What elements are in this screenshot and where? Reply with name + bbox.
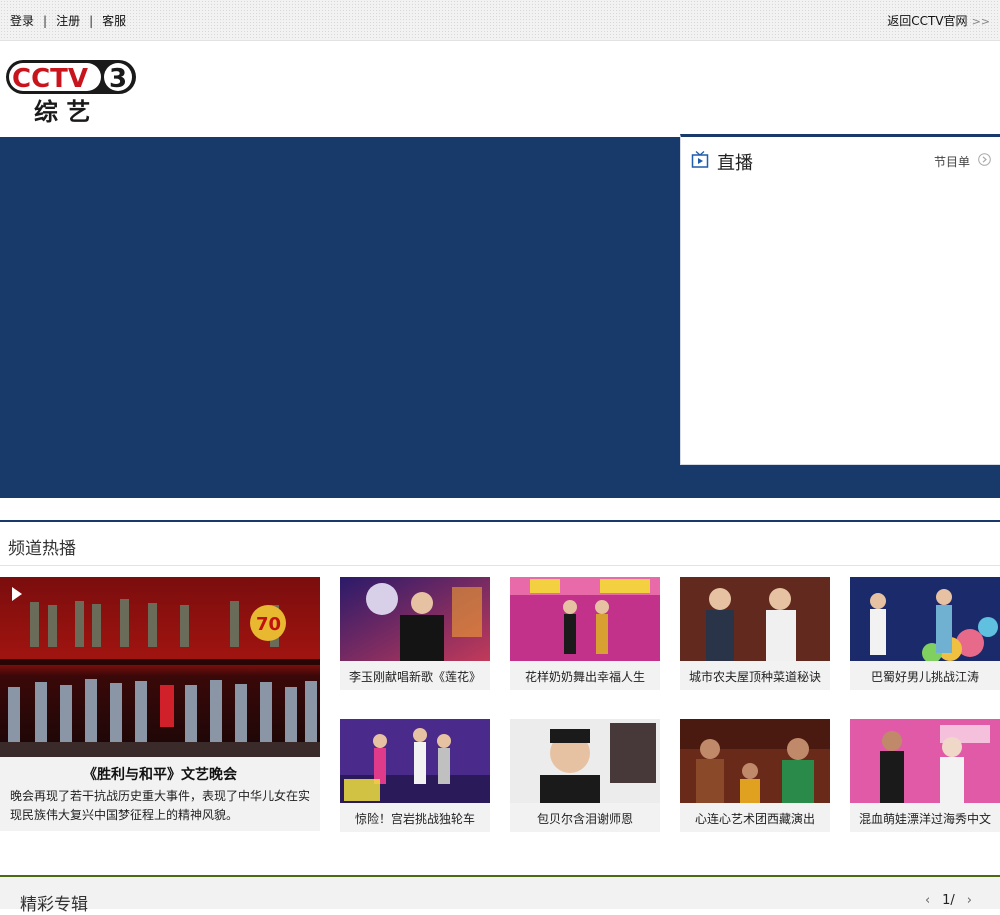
featured-title[interactable]: 《胜利与和平》文艺晚会: [0, 764, 320, 784]
video-item[interactable]: 花样奶奶舞出幸福人生: [510, 577, 660, 690]
video-caption[interactable]: 惊险！宫岩挑战独轮车: [340, 810, 490, 827]
video-caption[interactable]: 花样奶奶舞出幸福人生: [510, 668, 660, 685]
double-arrow-icon: >>: [971, 15, 990, 28]
video-thumbnail[interactable]: [340, 719, 490, 803]
schedule-link[interactable]: 节目单: [934, 153, 970, 170]
back-link-label: 返回CCTV官网: [887, 14, 968, 28]
video-item[interactable]: 混血萌娃漂洋过海秀中文: [850, 719, 1000, 832]
video-item[interactable]: 城市农夫屋顶种菜道秘诀: [680, 577, 830, 690]
page-indicator: 1/: [942, 893, 955, 908]
login-link[interactable]: 登录: [10, 12, 34, 29]
video-item[interactable]: 惊险！宫岩挑战独轮车: [340, 719, 490, 832]
logo-channel-number: 3: [109, 64, 127, 94]
top-bar: 登录 | 注册 | 客服 返回CCTV官网 >>: [0, 0, 1000, 41]
video-caption[interactable]: 包贝尔含泪谢师恩: [510, 810, 660, 827]
separator: |: [43, 14, 48, 28]
video-thumbnail[interactable]: [680, 719, 830, 803]
video-thumbnail[interactable]: [850, 577, 1000, 661]
play-icon: [12, 587, 22, 601]
video-caption[interactable]: 巴蜀好男儿挑战江涛: [850, 668, 1000, 685]
chevron-left-icon[interactable]: ‹: [925, 893, 930, 908]
thumbnail-image: [340, 577, 490, 661]
thumbnail-image: [340, 719, 490, 803]
video-item[interactable]: 李玉刚献唱新歌《莲花》: [340, 577, 490, 690]
logo-brand-text: CCTV: [12, 64, 88, 94]
account-links: 登录 | 注册 | 客服: [10, 12, 126, 29]
chevron-right-circle-icon[interactable]: [978, 153, 991, 166]
section-underline: [0, 565, 1000, 566]
section-divider: [0, 520, 1000, 522]
video-item[interactable]: 包贝尔含泪谢师恩: [510, 719, 660, 832]
video-item[interactable]: 巴蜀好男儿挑战江涛: [850, 577, 1000, 690]
album-section-header: [0, 877, 1000, 909]
back-to-cctv-link[interactable]: 返回CCTV官网 >>: [887, 12, 990, 29]
featured-stage-image: 70: [0, 577, 320, 757]
logo-channel-name: 综 艺: [34, 98, 90, 126]
featured-image[interactable]: 70: [0, 577, 320, 757]
video-caption[interactable]: 混血萌娃漂洋过海秀中文: [850, 810, 1000, 827]
tv-icon: [691, 151, 709, 168]
hot-section-title: 频道热播: [8, 539, 76, 559]
video-item[interactable]: 心连心艺术团西藏演出: [680, 719, 830, 832]
anniversary-badge: 70: [256, 614, 281, 635]
thumbnail-image: [510, 577, 660, 661]
live-title: 直播: [717, 153, 753, 174]
thumbnail-image: [680, 719, 830, 803]
thumbnail-image: [510, 719, 660, 803]
video-thumbnail[interactable]: [510, 577, 660, 661]
video-thumbnail[interactable]: [510, 719, 660, 803]
video-thumbnail[interactable]: [850, 719, 1000, 803]
separator: |: [89, 14, 94, 28]
chevron-right-icon[interactable]: ›: [967, 893, 972, 908]
cctv3-logo[interactable]: CCTV 3 综 艺: [4, 56, 140, 128]
video-caption[interactable]: 城市农夫屋顶种菜道秘诀: [680, 668, 830, 685]
thumbnail-image: [680, 577, 830, 661]
video-caption[interactable]: 心连心艺术团西藏演出: [680, 810, 830, 827]
featured-item[interactable]: 70 《胜利与和平》文艺晚会 晚会再现了若干抗战历史重大事件，表现了中华儿女在实…: [0, 577, 320, 831]
register-link[interactable]: 注册: [56, 12, 80, 29]
album-section-title: 精彩专辑: [20, 895, 88, 915]
video-caption[interactable]: 李玉刚献唱新歌《莲花》: [340, 668, 490, 685]
thumbnail-image: [850, 719, 1000, 803]
featured-description: 晚会再现了若干抗战历史重大事件，表现了中华儿女在实现民族伟大复兴中国梦征程上的精…: [10, 789, 311, 822]
album-pager: ‹ 1/ ›: [913, 893, 984, 908]
thumbnail-image: [850, 577, 1000, 661]
cctv3-logo-graphic: CCTV 3 综 艺: [6, 60, 136, 126]
video-thumbnail[interactable]: [340, 577, 490, 661]
live-panel: 直播 节目单: [680, 134, 1000, 465]
video-thumbnail[interactable]: [680, 577, 830, 661]
service-link[interactable]: 客服: [102, 12, 126, 29]
